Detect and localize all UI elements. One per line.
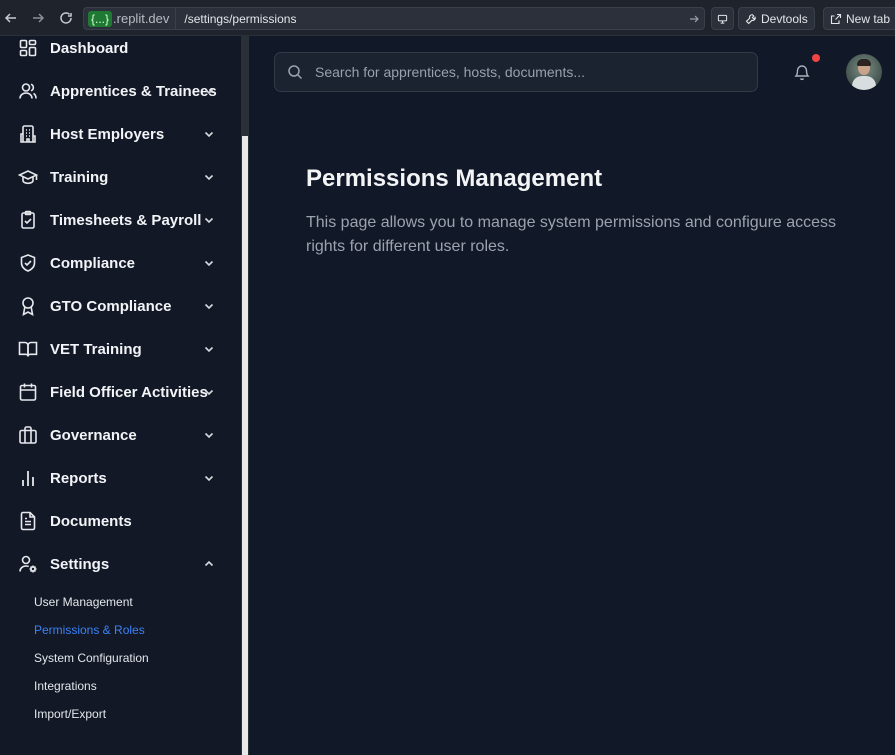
avatar-hair xyxy=(857,59,871,66)
search-input[interactable] xyxy=(315,53,745,91)
chevron-down-icon[interactable] xyxy=(202,299,216,313)
chevron-down-icon[interactable] xyxy=(202,213,216,227)
dashboard-icon xyxy=(18,38,38,58)
sidebar-item-compliance[interactable]: Compliance xyxy=(0,243,230,283)
sidebar-item-label: Timesheets & Payroll xyxy=(50,211,202,229)
chevron-down-icon[interactable] xyxy=(202,256,216,270)
page-title: Permissions Management xyxy=(306,165,603,192)
chevron-down-icon[interactable] xyxy=(202,385,216,399)
sidebar-scrollbar[interactable] xyxy=(241,36,249,755)
url-host-text: .replit.dev xyxy=(113,11,170,26)
main-content: Permissions Management This page allows … xyxy=(249,36,895,755)
sidebar-item-label: Settings xyxy=(50,555,110,573)
sidebar-item-label: Training xyxy=(50,168,109,186)
shield-check-icon xyxy=(18,253,38,273)
url-path[interactable]: /settings/permissions xyxy=(176,12,684,26)
settings-sub-import-export[interactable]: Import/Export xyxy=(34,707,106,721)
sidebar-item-label: Field Officer Activities xyxy=(50,383,208,401)
sidebar-item-field-officer[interactable]: Field Officer Activities xyxy=(0,372,230,412)
notification-bell-icon[interactable] xyxy=(793,63,811,81)
sidebar-item-apprentices[interactable]: Apprentices & Trainees xyxy=(0,71,230,111)
monitor-icon xyxy=(717,14,728,24)
book-open-icon xyxy=(18,339,38,359)
sidebar-item-host-employers[interactable]: Host Employers xyxy=(0,114,230,154)
search-box[interactable] xyxy=(274,52,758,92)
clipboard-check-icon xyxy=(18,210,38,230)
new-tab-label: New tab xyxy=(846,11,891,26)
sidebar-item-dashboard[interactable]: Dashboard xyxy=(0,28,230,68)
avatar-body xyxy=(852,76,876,90)
chevron-down-icon[interactable] xyxy=(202,428,216,442)
chevron-down-icon[interactable] xyxy=(202,170,216,184)
chevron-down-icon[interactable] xyxy=(202,342,216,356)
sidebar-item-label: Apprentices & Trainees xyxy=(50,82,217,100)
sidebar-item-timesheets[interactable]: Timesheets & Payroll xyxy=(0,200,230,240)
settings-sub-system-configuration[interactable]: System Configuration xyxy=(34,651,149,665)
sidebar-item-vet-training[interactable]: VET Training xyxy=(0,329,230,369)
sidebar-item-label: VET Training xyxy=(50,340,142,358)
sidebar-item-label: GTO Compliance xyxy=(50,297,172,315)
sidebar-item-label: Compliance xyxy=(50,254,136,272)
sidebar-item-training[interactable]: Training xyxy=(0,157,230,197)
sidebar-item-label: Dashboard xyxy=(50,39,129,57)
chevron-up-icon[interactable] xyxy=(202,557,216,571)
sidebar-item-governance[interactable]: Governance xyxy=(0,415,230,455)
sidebar-item-reports[interactable]: Reports xyxy=(0,458,230,498)
sidebar-item-label: Documents xyxy=(50,512,132,530)
new-tab-button[interactable]: New tab xyxy=(823,7,895,30)
bar-chart-icon xyxy=(18,468,38,488)
url-bar[interactable]: {...} .replit.dev /settings/permissions xyxy=(83,7,705,30)
go-arrow-icon[interactable] xyxy=(684,13,704,25)
calendar-icon xyxy=(18,382,38,402)
wrench-icon xyxy=(745,13,756,24)
building-icon xyxy=(18,124,38,144)
sidebar-item-gto-compliance[interactable]: GTO Compliance xyxy=(0,286,230,326)
devtools-label: Devtools xyxy=(761,11,808,26)
sidebar-item-label: Governance xyxy=(50,426,137,444)
url-badge: {...} xyxy=(88,10,113,27)
user-cog-icon xyxy=(18,554,38,574)
settings-sub-permissions-roles[interactable]: Permissions & Roles xyxy=(34,623,145,637)
users-icon xyxy=(18,81,38,101)
page-description: This page allows you to manage system pe… xyxy=(306,214,837,255)
sidebar: Dashboard Apprentices & Trainees Host Em… xyxy=(0,36,241,755)
settings-sub-integrations[interactable]: Integrations xyxy=(34,679,97,693)
scrollbar-thumb[interactable] xyxy=(242,136,248,755)
briefcase-icon xyxy=(18,425,38,445)
device-preview-button[interactable] xyxy=(711,7,734,30)
notification-dot xyxy=(812,54,820,62)
devtools-button[interactable]: Devtools xyxy=(738,7,815,30)
file-text-icon xyxy=(18,511,38,531)
sidebar-item-label: Host Employers xyxy=(50,125,165,143)
sidebar-item-documents[interactable]: Documents xyxy=(0,501,230,541)
chevron-down-icon[interactable] xyxy=(202,471,216,485)
chevron-down-icon[interactable] xyxy=(202,84,216,98)
settings-sub-user-management[interactable]: User Management xyxy=(34,595,133,609)
external-link-icon xyxy=(830,13,842,24)
chevron-down-icon[interactable] xyxy=(202,127,216,141)
sidebar-item-settings[interactable]: Settings xyxy=(0,544,230,584)
avatar[interactable] xyxy=(846,54,882,90)
search-icon xyxy=(287,64,303,80)
url-host: {...} .replit.dev xyxy=(84,8,177,29)
award-icon xyxy=(18,296,38,317)
sidebar-item-label: Reports xyxy=(50,469,107,487)
graduation-cap-icon xyxy=(17,167,39,187)
